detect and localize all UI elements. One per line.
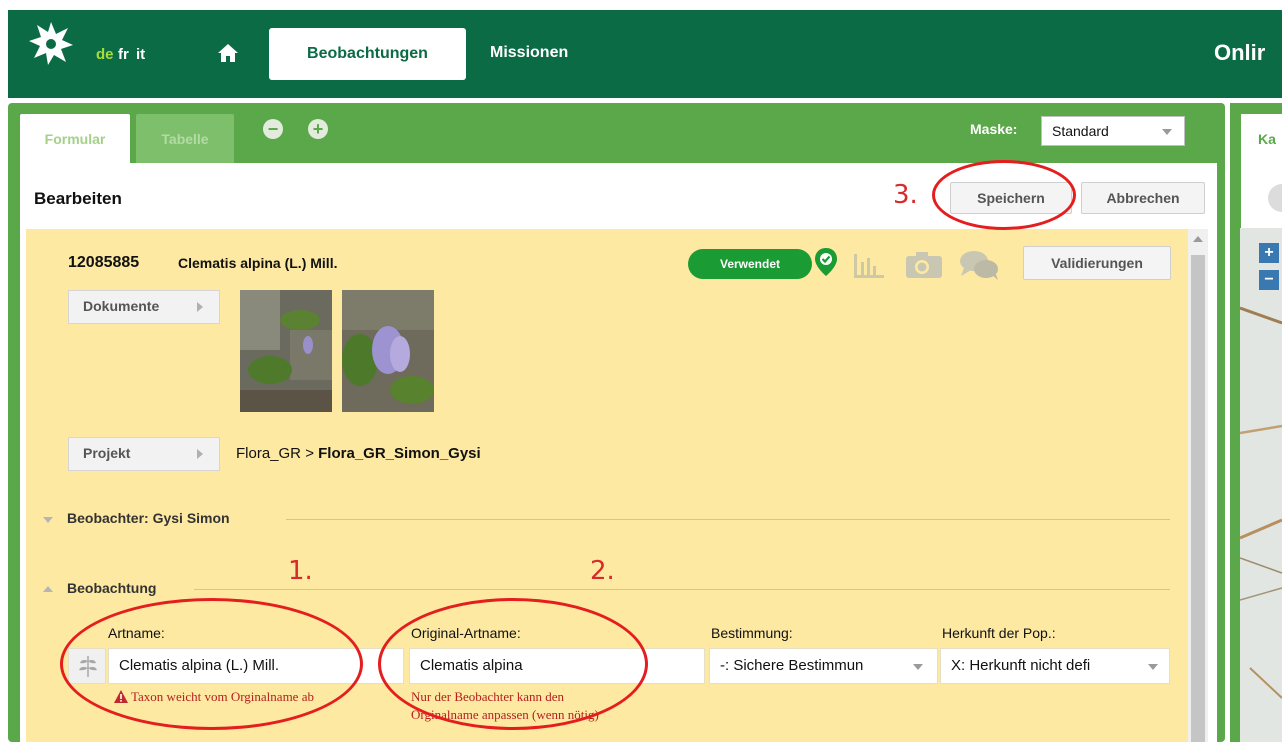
plus-circle-icon[interactable]: + (308, 119, 328, 139)
tab-tabelle[interactable]: Tabelle (136, 114, 234, 164)
annotation-circle-2 (378, 598, 648, 730)
language-it[interactable]: it (136, 46, 145, 63)
section-observation[interactable]: Beobachtung (67, 580, 156, 596)
chevron-down-icon (1162, 129, 1172, 135)
annotation-circle-3 (932, 160, 1076, 230)
map-view[interactable] (1240, 228, 1282, 742)
chevron-right-icon (197, 302, 203, 312)
home-icon[interactable] (218, 44, 238, 62)
bestimmung-select[interactable]: -: Sichere Bestimmun (709, 648, 938, 684)
cancel-button[interactable]: Abbrechen (1081, 182, 1205, 214)
documents-label: Dokumente (83, 298, 160, 314)
top-navigation-bar (8, 10, 1282, 98)
zoom-in-button[interactable]: + (1259, 243, 1279, 263)
section-observer[interactable]: Beobachter: Gysi Simon (67, 510, 230, 526)
camera-icon[interactable] (905, 251, 943, 279)
bestimmung-label: Bestimmung: (711, 625, 793, 641)
chart-icon[interactable] (853, 252, 885, 278)
section-divider (194, 589, 1170, 590)
expand-arrow-icon[interactable] (43, 586, 53, 592)
section-divider (286, 519, 1170, 520)
breadcrumb-separator: > (305, 445, 314, 462)
annotation-step-3: 3. (893, 180, 918, 210)
photo-thumbnail-1[interactable] (240, 290, 332, 412)
annotation-circle-1 (60, 598, 363, 730)
app-title: Onlir (1214, 40, 1266, 65)
project-label: Projekt (83, 445, 131, 461)
observation-taxon-name: Clematis alpina (L.) Mill. (178, 255, 338, 271)
annotation-step-2: 2. (590, 556, 615, 586)
tab-karte[interactable]: Ka (1241, 114, 1282, 164)
chevron-down-icon (1148, 664, 1158, 670)
herkunft-select[interactable]: X: Herkunft nicht defi (940, 648, 1170, 684)
chevron-down-icon (913, 664, 923, 670)
location-check-icon[interactable] (814, 247, 838, 277)
collapse-arrow-icon[interactable] (43, 517, 53, 523)
project-breadcrumb: Flora_GR > Flora_GR_Simon_Gysi (236, 445, 481, 462)
logo-icon[interactable] (28, 20, 74, 66)
zoom-out-button[interactable]: − (1259, 270, 1279, 290)
tab-beobachtungen[interactable]: Beobachtungen (269, 28, 466, 80)
project-child[interactable]: Flora_GR_Simon_Gysi (318, 445, 481, 462)
maske-label: Maske: (970, 121, 1018, 137)
validations-button[interactable]: Validierungen (1023, 246, 1171, 280)
herkunft-label: Herkunft der Pop.: (942, 625, 1056, 641)
project-parent[interactable]: Flora_GR (236, 445, 301, 462)
page-title: Bearbeiten (34, 189, 122, 208)
tab-formular[interactable]: Formular (20, 114, 130, 164)
photo-thumbnail-2[interactable] (342, 290, 434, 412)
comments-icon[interactable] (958, 249, 1000, 281)
status-badge: Verwendet (688, 249, 812, 279)
scrollbar-thumb[interactable] (1191, 255, 1205, 742)
chevron-right-icon (197, 449, 203, 459)
language-fr[interactable]: fr (118, 46, 129, 63)
maske-value: Standard (1052, 123, 1109, 139)
scroll-up-arrow-icon[interactable] (1193, 236, 1203, 242)
observation-id: 12085885 (68, 254, 140, 271)
language-de[interactable]: de (96, 46, 114, 63)
minus-circle-icon[interactable]: − (263, 119, 283, 139)
annotation-step-1: 1. (288, 556, 313, 586)
tab-missionen[interactable]: Missionen (490, 44, 568, 62)
